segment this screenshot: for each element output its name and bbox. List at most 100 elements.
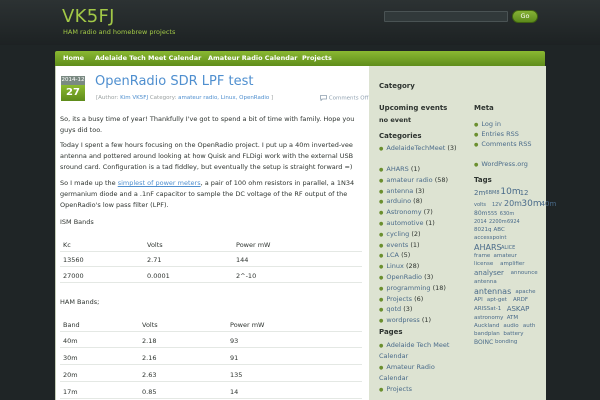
category-name: OpenRadio xyxy=(386,273,423,281)
tag-link[interactable]: antenna xyxy=(474,279,497,285)
post-author-link[interactable]: Kim VK5FJ xyxy=(120,95,148,101)
tag-link[interactable]: ARDF xyxy=(513,297,528,303)
tag-link[interactable]: 6BM8 xyxy=(485,190,499,196)
table-cell: 2.16 xyxy=(142,354,157,362)
tag-link[interactable]: ABC xyxy=(494,227,505,233)
tag-link[interactable]: license xyxy=(474,261,493,267)
category-item[interactable]: ● cycling (2) xyxy=(379,229,464,240)
category-item[interactable]: ● automotive (1) xyxy=(379,218,464,229)
tag-link[interactable]: antennas xyxy=(474,287,511,296)
main-content: 2014-12 27 OpenRadio SDR LPF test [Autho… xyxy=(56,66,369,400)
post-title[interactable]: OpenRadio SDR LPF test xyxy=(95,74,253,89)
tag-link[interactable]: 80m xyxy=(474,210,487,217)
category-count: (3) xyxy=(403,305,413,314)
table-cell: 144 xyxy=(236,256,249,264)
tag-link[interactable]: astronomy xyxy=(474,315,503,321)
search-go-button[interactable]: Go xyxy=(512,10,538,23)
tag-link[interactable]: ALICE xyxy=(501,245,515,251)
tag-link[interactable]: ATM xyxy=(507,315,518,321)
nav-item-home[interactable]: Home xyxy=(63,54,84,62)
tag-link[interactable]: 2200m xyxy=(489,219,507,225)
tag-link[interactable]: frame xyxy=(474,253,490,259)
tag-link[interactable]: bandplan xyxy=(474,331,500,337)
tag-link[interactable]: amateur xyxy=(494,253,517,259)
bullet-icon: ● xyxy=(379,264,384,271)
meta-wordpress-org[interactable]: ● WordPress.org xyxy=(474,159,528,170)
meta-comments-rss[interactable]: ● Comments RSS xyxy=(474,139,534,150)
tag-link[interactable]: 2m xyxy=(474,189,485,197)
tag-link[interactable]: 6924 xyxy=(507,219,520,225)
tag-link[interactable]: ARISSat-1 xyxy=(474,306,501,312)
category-item[interactable]: ● amateur radio (58) xyxy=(379,175,464,186)
tag-link[interactable]: 40m xyxy=(541,200,557,208)
category-item[interactable]: ● Linux (28) xyxy=(379,261,464,272)
tag-link[interactable]: audio xyxy=(503,323,518,329)
tag-link[interactable]: announce xyxy=(511,270,538,276)
page-link-adelaide-tech-meet-calendar[interactable]: ● Adelaide Tech Meet Calendar xyxy=(379,340,454,361)
post-paragraph-3-text-a: So I made up the xyxy=(60,179,118,187)
tag-link[interactable]: amplifier xyxy=(500,261,524,267)
tag-link[interactable]: 2014 xyxy=(474,219,487,225)
comment-bubble-icon xyxy=(320,95,327,102)
category-item[interactable]: ● arduino (8) xyxy=(379,196,464,207)
bullet-icon: ● xyxy=(379,253,384,260)
tag-link[interactable]: volts xyxy=(474,202,486,208)
category-item[interactable]: ● AHARS (1) xyxy=(379,164,464,175)
tag-link[interactable]: apache xyxy=(515,289,535,295)
page-link-projects[interactable]: ● Projects xyxy=(379,384,412,395)
tag-link[interactable]: 12V xyxy=(492,202,502,208)
category-count: (1) xyxy=(410,165,421,173)
tag-link[interactable]: 30m xyxy=(521,199,541,209)
tag-link[interactable]: 630m xyxy=(500,211,514,217)
bullet-icon: ● xyxy=(379,210,384,217)
category-count: (1) xyxy=(421,316,432,325)
category-count: (5) xyxy=(401,251,411,260)
post-meta-suffix: ] xyxy=(269,95,274,101)
category-name: amateur radio xyxy=(386,175,433,184)
category-item[interactable]: ● OpenRadio (3) xyxy=(379,272,464,283)
nav-item-projects[interactable]: Projects xyxy=(302,54,332,62)
bullet-icon: ● xyxy=(379,231,384,238)
category-item[interactable]: ● Astronomy (7) xyxy=(379,207,464,218)
category-item[interactable]: ● events (1) xyxy=(379,240,464,251)
page-link-amateur-radio-calendar[interactable]: ● Amateur Radio Calendar xyxy=(379,362,454,383)
tag-link[interactable]: bonding xyxy=(495,339,517,345)
comments-link[interactable]: Comments Off xyxy=(320,95,368,102)
tag-link[interactable]: 20m xyxy=(504,199,522,208)
table-row: 27000 0.0001 2^-10 xyxy=(60,268,362,283)
power-meter-link[interactable]: simplest of power meters xyxy=(118,179,201,187)
category-name: AHARS xyxy=(386,165,409,173)
tag-link[interactable]: BOINC xyxy=(474,339,493,346)
post-category-links[interactable]: amateur radio, Linux, OpenRadio xyxy=(178,95,269,101)
bullet-icon: ● xyxy=(379,365,384,371)
tag-link[interactable]: analyser xyxy=(474,269,504,277)
table-cell: 0.85 xyxy=(142,388,157,396)
nav-item-amateur-radio-calendar[interactable]: Amateur Radio Calendar xyxy=(208,54,297,62)
tag-link[interactable]: 8021q xyxy=(474,227,492,233)
category-name: qotd xyxy=(386,305,402,314)
search-input[interactable] xyxy=(384,11,508,22)
tag-link[interactable]: battery xyxy=(503,331,523,337)
tag-link[interactable]: accesspoint xyxy=(474,235,507,241)
tag-link[interactable]: 12 xyxy=(520,189,529,197)
category-item[interactable]: ● qotd (3) xyxy=(379,304,464,315)
category-name: arduino xyxy=(386,197,412,206)
nav-item-adelaide-tech-meet-calendar[interactable]: Adelaide Tech Meet Calendar xyxy=(95,54,201,62)
tag-link[interactable]: AHARS xyxy=(474,243,502,252)
category-item[interactable]: ● wordpress (1) xyxy=(379,315,464,326)
category-item[interactable]: ● AdelaideTechMeet (3) xyxy=(379,143,464,154)
category-item[interactable]: ● LCA (5) xyxy=(379,250,464,261)
site-title[interactable]: VK5FJ xyxy=(62,6,115,27)
tag-link[interactable]: Auckland xyxy=(474,323,499,329)
tag-link[interactable]: auth xyxy=(523,323,536,329)
tag-link[interactable]: 555 xyxy=(488,211,498,217)
tag-link[interactable]: 10m xyxy=(500,187,520,197)
tag-link[interactable]: API xyxy=(474,297,483,303)
table-cell: 2.18 xyxy=(142,337,157,345)
meta-link-label: WordPress.org xyxy=(481,160,528,168)
tag-link[interactable]: apt-get xyxy=(487,297,507,303)
category-item[interactable]: ● programming (18) xyxy=(379,283,464,294)
category-item[interactable]: ● Projects (6) xyxy=(379,294,464,305)
tag-link[interactable]: ASKAP xyxy=(507,305,530,313)
category-item[interactable]: ● antenna (3) xyxy=(379,186,464,197)
